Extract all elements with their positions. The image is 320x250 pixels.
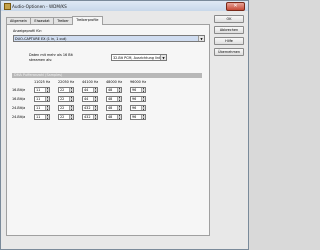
close-button[interactable]: ✕ [226, 2, 245, 11]
device-select-value: DUO-CAPTURE EX (1 in, 1 out) [15, 37, 67, 41]
dma-buffer-header: DMA Pufferanzahl (Samples) [12, 73, 202, 78]
dma-buffer-value: 22 [60, 88, 65, 92]
dma-buffer-spinner[interactable]: 44 ▲ ▼ [82, 87, 98, 93]
dma-buffer-value: 44 [84, 88, 89, 92]
dma-buffer-spinner[interactable]: 48 ▲ ▼ [106, 87, 122, 93]
spin-arrows-icon[interactable]: ▲ ▼ [69, 106, 73, 111]
audio-options-dialog: Audio-Optionen - WDM/KS ✕ Allgemein Eiwa… [0, 0, 249, 250]
spin-arrows-icon[interactable]: ▲ ▼ [117, 88, 121, 93]
dma-row-label: 24-Bit/a [12, 106, 26, 110]
dma-buffer-value: 22 [60, 106, 65, 110]
spin-arrows-icon[interactable]: ▲ ▼ [117, 115, 121, 120]
spin-arrows-icon[interactable]: ▲ ▼ [141, 115, 145, 120]
spin-arrows-icon[interactable]: ▲ ▼ [45, 97, 49, 102]
dma-buffer-value: 48 [108, 115, 113, 119]
dma-buffer-value: 96 [132, 115, 137, 119]
dma-buffer-value: 96 [132, 106, 137, 110]
spin-arrows-icon[interactable]: ▲ ▼ [93, 106, 97, 111]
freq-header: 96000 Hz [130, 80, 147, 84]
freq-header: 11025 Hz [34, 80, 51, 84]
dma-buffer-value: 11 [36, 106, 41, 110]
dma-row-label: 16-Bit/e [12, 88, 26, 92]
spin-arrows-icon[interactable]: ▲ ▼ [117, 97, 121, 102]
device-select[interactable]: DUO-CAPTURE EX (1 in, 1 out) ▼ [13, 35, 205, 42]
dma-buffer-value: 44 [84, 97, 89, 101]
freq-header: 48000 Hz [106, 80, 123, 84]
dma-row-label: 16-Bit/a [12, 97, 26, 101]
freq-header: 44100 Hz [82, 80, 99, 84]
dma-row-label: 24-Bit/a [12, 115, 26, 119]
dma-buffer-value: 48 [108, 106, 113, 110]
app-icon [4, 3, 11, 10]
help-button[interactable]: Hilfe [214, 37, 244, 45]
dma-buffer-spinner[interactable]: 48 ▲ ▼ [106, 96, 122, 102]
spin-arrows-icon[interactable]: ▲ ▼ [93, 115, 97, 120]
freq-header: 22050 Hz [58, 80, 75, 84]
tab-eiwasdat[interactable]: Eiwasdat [30, 17, 54, 24]
tab-strip: Allgemein Eiwasdat Treiber Treiberprofil… [6, 16, 103, 25]
profile-label: Anzeigeprofil für: [13, 29, 43, 33]
tab-panel: Anzeigeprofil für: DUO-CAPTURE EX (1 in,… [6, 24, 210, 236]
spin-arrows-icon[interactable]: ▲ ▼ [45, 115, 49, 120]
dma-buffer-spinner[interactable]: 11 ▲ ▼ [34, 114, 50, 120]
spin-arrows-icon[interactable]: ▲ ▼ [45, 106, 49, 111]
dma-buffer-value: 11 [36, 97, 41, 101]
window-title: Audio-Optionen - WDM/KS [12, 3, 67, 9]
bit-format-select[interactable]: 32-Bit PCM, Ausrichtung links ▼ [111, 54, 167, 61]
dma-buffer-value: 11 [36, 115, 41, 119]
dma-buffer-spinner[interactable]: 44 ▲ ▼ [82, 96, 98, 102]
title-bar: Audio-Optionen - WDM/KS ✕ [1, 1, 248, 11]
tab-treiber[interactable]: Treiber [53, 17, 73, 24]
dma-buffer-value: 11 [36, 88, 41, 92]
bits-label-line1: Daten mit mehr als 16 Bit [29, 53, 73, 57]
spin-arrows-icon[interactable]: ▲ ▼ [93, 97, 97, 102]
dma-buffer-spinner[interactable]: 22 ▲ ▼ [58, 96, 74, 102]
dma-buffer-value: 432 [84, 106, 91, 110]
spin-arrows-icon[interactable]: ▲ ▼ [141, 88, 145, 93]
spin-arrows-icon[interactable]: ▲ ▼ [69, 115, 73, 120]
dma-buffer-spinner[interactable]: 22 ▲ ▼ [58, 105, 74, 111]
dma-buffer-value: 96 [132, 97, 137, 101]
bit-format-value: 32-Bit PCM, Ausrichtung links [113, 56, 163, 60]
dma-buffer-spinner[interactable]: 11 ▲ ▼ [34, 105, 50, 111]
dma-buffer-value: 96 [132, 88, 137, 92]
dma-buffer-spinner[interactable]: 48 ▲ ▼ [106, 114, 122, 120]
dma-buffer-value: 48 [108, 88, 113, 92]
dma-buffer-spinner[interactable]: 22 ▲ ▼ [58, 114, 74, 120]
spin-arrows-icon[interactable]: ▲ ▼ [141, 106, 145, 111]
dma-buffer-spinner[interactable]: 432 ▲ ▼ [82, 114, 98, 120]
dma-buffer-spinner[interactable]: 96 ▲ ▼ [130, 87, 146, 93]
tab-allgemein[interactable]: Allgemein [6, 17, 31, 24]
cancel-button[interactable]: Abbrechen [214, 26, 244, 34]
bits-label-line2: streamen als: [29, 58, 53, 62]
dma-buffer-spinner[interactable]: 96 ▲ ▼ [130, 96, 146, 102]
apply-button[interactable]: Übernehmen [214, 48, 244, 56]
chevron-down-icon: ▼ [160, 55, 166, 60]
dma-buffer-spinner[interactable]: 11 ▲ ▼ [34, 96, 50, 102]
spin-arrows-icon[interactable]: ▲ ▼ [69, 97, 73, 102]
ok-button[interactable]: OK [214, 15, 244, 23]
dma-buffer-value: 48 [108, 97, 113, 101]
dma-buffer-value: 22 [60, 115, 65, 119]
spin-arrows-icon[interactable]: ▲ ▼ [69, 88, 73, 93]
dma-buffer-value: 22 [60, 97, 65, 101]
dma-buffer-spinner[interactable]: 96 ▲ ▼ [130, 114, 146, 120]
dma-buffer-spinner[interactable]: 48 ▲ ▼ [106, 105, 122, 111]
spin-arrows-icon[interactable]: ▲ ▼ [45, 88, 49, 93]
spin-arrows-icon[interactable]: ▲ ▼ [93, 88, 97, 93]
dma-buffer-spinner[interactable]: 11 ▲ ▼ [34, 87, 50, 93]
chevron-down-icon: ▼ [198, 36, 204, 41]
dma-buffer-spinner[interactable]: 22 ▲ ▼ [58, 87, 74, 93]
dma-buffer-value: 432 [84, 115, 91, 119]
dma-buffer-spinner[interactable]: 432 ▲ ▼ [82, 105, 98, 111]
spin-arrows-icon[interactable]: ▲ ▼ [141, 97, 145, 102]
spin-arrows-icon[interactable]: ▲ ▼ [117, 106, 121, 111]
dma-buffer-spinner[interactable]: 96 ▲ ▼ [130, 105, 146, 111]
tab-treiberprofile[interactable]: Treiberprofile [72, 16, 103, 25]
